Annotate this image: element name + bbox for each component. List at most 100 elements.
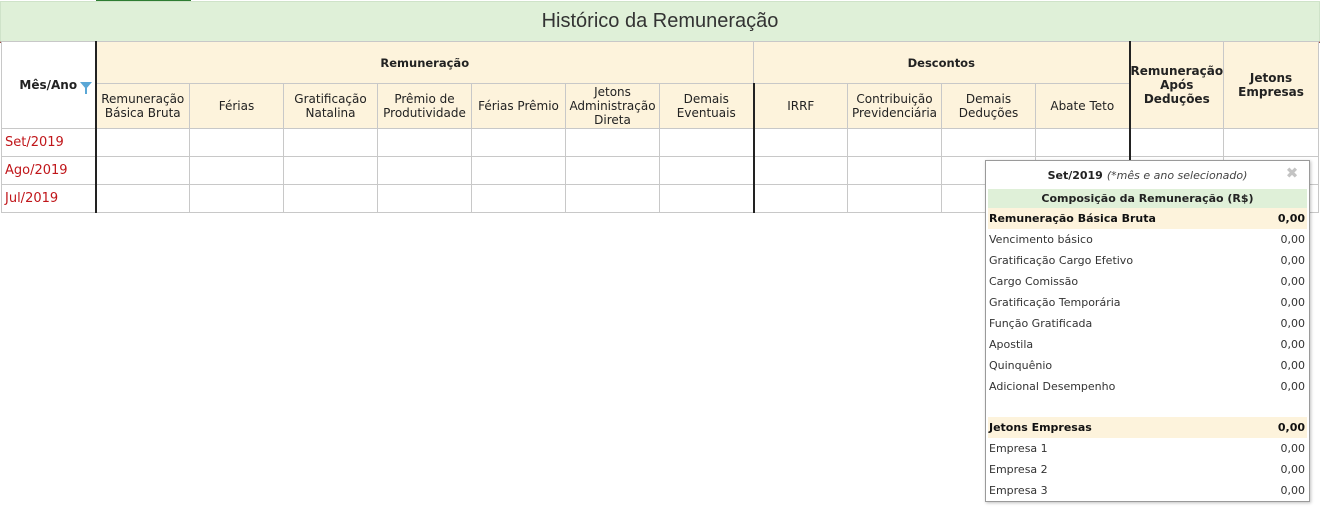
item-label: Cargo Comissão — [989, 275, 1079, 288]
item-value: 0,00 — [1280, 380, 1306, 393]
list-item: Apostila 0,00 — [988, 334, 1307, 355]
table-cell — [377, 128, 472, 157]
header-jetons-empresas: Jetons Empresas — [1223, 41, 1320, 129]
list-item: Cargo Comissão 0,00 — [988, 271, 1307, 292]
item-label: Apostila — [989, 338, 1034, 351]
table-cell — [1223, 128, 1320, 157]
popup-month-note: (*mês e ano selecionado) — [1106, 168, 1248, 182]
table-row[interactable]: Set/2019 — [1, 128, 1320, 157]
col-header-abate-teto: Abate Teto — [1034, 83, 1131, 129]
table-cell — [471, 184, 566, 213]
table-cell — [94, 156, 190, 185]
list-item: Quinquênio 0,00 — [988, 355, 1307, 376]
list-item: Empresa 2 0,00 — [988, 459, 1307, 480]
item-value: 0,00 — [1280, 484, 1306, 497]
col-header-remuneracao-basica-bruta: Remuneração Básica Bruta — [94, 83, 190, 129]
table-cell — [752, 184, 848, 213]
item-label: Quinquênio — [989, 359, 1053, 372]
table-cell — [847, 184, 942, 213]
item-value: 0,00 — [1280, 317, 1306, 330]
table-cell — [1128, 128, 1225, 157]
col-header-irrf: IRRF — [752, 83, 848, 129]
item-value: 0,00 — [1280, 254, 1306, 267]
table-cell — [847, 156, 942, 185]
list-item: Adicional Desempenho 0,00 — [988, 376, 1307, 397]
table-cell — [659, 128, 754, 157]
basic-gross-value: 0,00 — [1277, 212, 1305, 225]
list-item: Gratificação Cargo Efetivo 0,00 — [988, 250, 1307, 271]
jetons-value: 0,00 — [1277, 421, 1305, 434]
group-header-descontos: Descontos — [752, 41, 1131, 84]
group-header-remuneracao: Remuneração — [94, 41, 754, 84]
table-cell — [752, 128, 848, 157]
table-cell — [283, 156, 378, 185]
table-cell — [377, 184, 472, 213]
table-cell — [565, 184, 660, 213]
table-cell — [377, 156, 472, 185]
composition-title: Composição da Remuneração (R$) — [988, 189, 1307, 208]
item-label: Gratificação Temporária — [989, 296, 1121, 309]
table-cell — [189, 156, 284, 185]
item-value: 0,00 — [1280, 275, 1306, 288]
popup-header: Set/2019 (*mês e ano selecionado) ✖ — [986, 161, 1309, 189]
table-cell — [847, 128, 942, 157]
list-item: Vencimento básico 0,00 — [988, 229, 1307, 250]
item-label: Empresa 1 — [989, 442, 1048, 455]
item-value: 0,00 — [1280, 463, 1306, 476]
month-year-label: Mês/Ano — [19, 78, 78, 92]
table-cell — [659, 156, 754, 185]
item-value: 0,00 — [1280, 296, 1306, 309]
col-header-contribuicao-previdenciaria: Contribuição Previdenciária — [847, 83, 942, 129]
table-cell — [94, 128, 190, 157]
close-icon[interactable]: ✖ — [1285, 166, 1299, 181]
popup-month: Set/2019 — [1047, 168, 1103, 182]
jetons-header-row: Jetons Empresas 0,00 — [988, 417, 1307, 438]
col-header-ferias-premio: Férias Prêmio — [471, 83, 566, 129]
month-year-header[interactable]: Mês/Ano — [1, 41, 96, 129]
table-cell — [189, 128, 284, 157]
row-month-link[interactable]: Ago/2019 — [1, 156, 96, 185]
item-value: 0,00 — [1280, 233, 1306, 246]
page-title-bar: Histórico da Remuneração — [0, 1, 1320, 43]
list-item: Função Gratificada 0,00 — [988, 313, 1307, 334]
col-header-jetons-administracao-direta: Jetons Administração Direta — [565, 83, 660, 129]
table-cell — [752, 156, 848, 185]
table-cell — [565, 128, 660, 157]
item-value: 0,00 — [1280, 359, 1306, 372]
item-label: Empresa 3 — [989, 484, 1048, 497]
item-label: Função Gratificada — [989, 317, 1093, 330]
col-header-ferias: Férias — [189, 83, 284, 129]
col-header-premio-produtividade: Prêmio de Produtividade — [377, 83, 472, 129]
table-cell — [94, 184, 190, 213]
item-value: 0,00 — [1280, 442, 1306, 455]
basic-gross-label: Remuneração Básica Bruta — [989, 212, 1156, 225]
remuneration-detail-popup: Set/2019 (*mês e ano selecionado) ✖ Comp… — [985, 160, 1310, 502]
list-item: Empresa 3 0,00 — [988, 480, 1307, 501]
row-month-link[interactable]: Set/2019 — [1, 128, 96, 157]
list-item: Gratificação Temporária 0,00 — [988, 292, 1307, 313]
table-cell — [941, 128, 1036, 157]
item-label: Adicional Desempenho — [989, 380, 1116, 393]
table-cell — [283, 184, 378, 213]
col-header-demais-eventuais: Demais Eventuais — [659, 83, 754, 129]
header-remuneracao-apos-deducoes: Remuneração Após Deduções — [1128, 41, 1225, 129]
table-cell — [565, 156, 660, 185]
row-month-link[interactable]: Jul/2019 — [1, 184, 96, 213]
item-label: Vencimento básico — [989, 233, 1093, 246]
item-label: Gratificação Cargo Efetivo — [989, 254, 1134, 267]
table-cell — [283, 128, 378, 157]
col-header-demais-deducoes: Demais Deduções — [941, 83, 1036, 129]
table-cell — [471, 128, 566, 157]
table-cell — [189, 184, 284, 213]
item-label: Empresa 2 — [989, 463, 1048, 476]
basic-gross-header-row: Remuneração Básica Bruta 0,00 — [988, 208, 1307, 229]
list-item: Empresa 1 0,00 — [988, 438, 1307, 459]
page-title: Histórico da Remuneração — [541, 10, 779, 32]
col-header-gratificacao-natalina: Gratificação Natalina — [283, 83, 378, 129]
table-cell — [659, 184, 754, 213]
table-cell — [471, 156, 566, 185]
item-value: 0,00 — [1280, 338, 1306, 351]
table-cell — [1034, 128, 1131, 157]
filter-icon-stem — [84, 88, 87, 94]
